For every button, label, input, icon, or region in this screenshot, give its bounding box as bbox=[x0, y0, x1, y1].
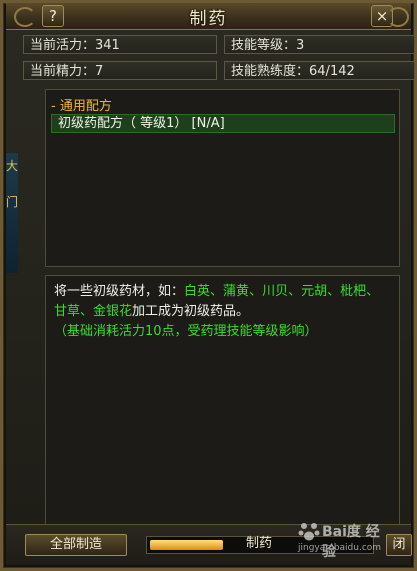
description-panel: 将一些初级药材，如：白英、蒲黄、川贝、元胡、枇杷、甘草、金银花加工成为初级药品。… bbox=[45, 275, 400, 528]
title-bar: ? 制药 × bbox=[6, 3, 411, 30]
proficiency-label: 技能熟练度： bbox=[231, 64, 310, 79]
skill-level-stat: 技能等级：3 bbox=[224, 35, 415, 54]
herb-name: 白英 bbox=[184, 284, 211, 299]
description-intro: 将一些初级药材，如： bbox=[54, 284, 185, 299]
energy-stat: 当前精力：7 bbox=[23, 61, 217, 80]
herb-separator: 、 bbox=[327, 284, 341, 299]
vitality-value: 341 bbox=[95, 38, 120, 53]
crafting-window: ? 制药 × 当前活力：341 技能等级：3 当前精力：7 技能熟练度：64/1… bbox=[0, 0, 417, 571]
herb-name: 甘草 bbox=[54, 304, 81, 319]
vitality-stat: 当前活力：341 bbox=[23, 35, 217, 54]
description-outro: 加工成为初级药品。 bbox=[132, 304, 250, 319]
list-item[interactable]: 初级药配方（ 等级1） [N/A] bbox=[51, 114, 395, 133]
watermark-text: Bai度 经验 bbox=[322, 524, 380, 560]
recipe-list: - 通用配方 初级药配方（ 等级1） [N/A] bbox=[45, 89, 400, 267]
description-text: 将一些初级药材，如：白英、蒲黄、川贝、元胡、枇杷、甘草、金银花加工成为初级药品。… bbox=[54, 282, 391, 342]
make-button[interactable]: 制药 bbox=[226, 534, 292, 556]
corner-ornament-icon bbox=[387, 7, 409, 27]
herb-name: 川贝 bbox=[262, 284, 289, 299]
herb-separator: 、 bbox=[249, 284, 263, 299]
herb-name: 元胡 bbox=[301, 284, 328, 299]
proficiency-stat: 技能熟练度：64/142 bbox=[224, 61, 415, 80]
herb-separator: 、 bbox=[366, 284, 380, 299]
watermark: Bai度 经验 jingyan.baidu.com bbox=[296, 518, 386, 560]
herb-separator: 、 bbox=[210, 284, 224, 299]
skill-level-value: 3 bbox=[296, 38, 305, 53]
strip-char: 门 bbox=[6, 195, 19, 209]
background-strip: 大 门 bbox=[6, 153, 18, 273]
paw-icon bbox=[298, 523, 320, 541]
proficiency-value: 64/142 bbox=[309, 64, 355, 79]
herb-name: 金银花 bbox=[93, 304, 133, 319]
recipe-category-toggle[interactable]: - 通用配方 bbox=[51, 95, 112, 114]
watermark-url: jingyan.baidu.com bbox=[298, 543, 382, 553]
craft-progress-fill bbox=[150, 540, 223, 550]
cost-note: （基础消耗活力10点，受药理技能等级影响） bbox=[54, 324, 318, 339]
herb-separator: 、 bbox=[80, 304, 94, 319]
strip-char: 大 bbox=[6, 159, 19, 173]
energy-label: 当前精力： bbox=[30, 64, 96, 79]
vitality-label: 当前活力： bbox=[30, 38, 96, 53]
make-all-button[interactable]: 全部制造 bbox=[25, 534, 127, 556]
skill-level-label: 技能等级： bbox=[231, 38, 297, 53]
herb-name: 蒲黄 bbox=[223, 284, 250, 299]
herb-separator: 、 bbox=[288, 284, 302, 299]
window-title: 制药 bbox=[189, 9, 228, 29]
herb-name: 枇杷 bbox=[340, 284, 367, 299]
close-button[interactable]: 闭 bbox=[386, 534, 412, 556]
energy-value: 7 bbox=[95, 64, 104, 79]
